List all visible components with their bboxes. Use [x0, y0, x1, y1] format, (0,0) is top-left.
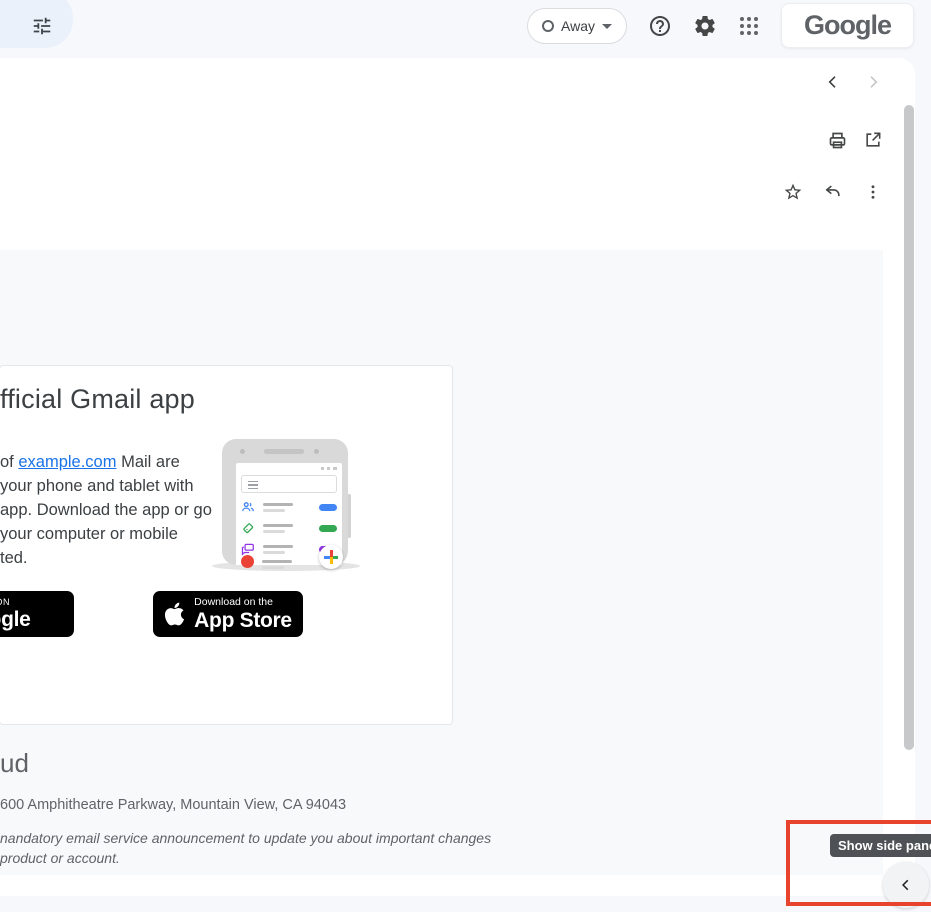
scrollbar-thumb[interactable] — [904, 105, 914, 750]
footer-brand-text: ud — [0, 748, 29, 779]
people-icon — [241, 500, 255, 514]
google-play-badge[interactable]: GET IT ON Google Play — [0, 591, 74, 637]
print-button[interactable] — [821, 124, 853, 156]
more-vert-icon — [864, 183, 882, 201]
compose-fab — [319, 545, 343, 569]
row-text-lines — [263, 524, 293, 533]
appstore-badge-main-text: App Store — [194, 609, 292, 633]
chevron-left-icon — [899, 878, 913, 892]
status-label: Away — [561, 18, 595, 34]
apps-grid-icon — [737, 14, 761, 38]
settings-button[interactable] — [690, 11, 720, 41]
reply-button[interactable] — [817, 176, 849, 208]
show-side-panel-button[interactable] — [883, 862, 929, 908]
chevron-right-icon — [865, 74, 881, 90]
phone-list-row — [241, 549, 337, 569]
reply-icon — [823, 182, 843, 202]
phone-body — [222, 439, 348, 565]
phone-camera-dot — [240, 449, 245, 454]
newer-email-button[interactable] — [817, 66, 849, 98]
phone-status-icons — [321, 467, 337, 470]
help-button[interactable] — [645, 11, 675, 41]
star-icon — [783, 182, 803, 202]
phone-screen — [236, 463, 342, 565]
row-text-lines — [262, 560, 292, 569]
chevron-left-icon — [825, 74, 841, 90]
side-panel-tooltip: Show side panel — [830, 834, 931, 857]
older-email-button-disabled[interactable] — [857, 66, 889, 98]
blue-pill — [319, 504, 337, 511]
email-reading-pane: fficial Gmail app of example.com Mail ar… — [0, 58, 915, 896]
paragraph-line: your phone and tablet with — [0, 474, 212, 498]
phone-search-bar — [241, 475, 337, 493]
google-logo: Google — [804, 10, 891, 41]
play-badge-main-text: Google Play — [0, 608, 74, 656]
phone-illustration — [218, 439, 358, 575]
paragraph-line: of example.com Mail are — [0, 450, 212, 474]
paragraph-line: ted. — [0, 546, 212, 570]
email-html-body: fficial Gmail app of example.com Mail ar… — [0, 250, 883, 875]
line1-pre: of — [0, 453, 18, 471]
search-options-button[interactable] — [28, 13, 56, 39]
phone-sensor-dot — [314, 449, 319, 454]
gear-icon — [693, 14, 717, 38]
paragraph-line: app. Download the app or go — [0, 498, 212, 522]
label-tag-icon — [241, 521, 255, 535]
gmail-app-promo-card: fficial Gmail app of example.com Mail ar… — [0, 365, 453, 725]
status-away-dropdown[interactable]: Away — [527, 8, 627, 44]
open-in-new-button[interactable] — [857, 124, 889, 156]
apple-logo-icon — [164, 601, 185, 627]
footer-note-line: nandatory email service announcement to … — [0, 830, 491, 846]
green-pill — [319, 525, 337, 532]
phone-speaker-bar — [264, 449, 304, 454]
hamburger-menu-icon — [248, 481, 258, 490]
google-logo-card[interactable]: Google — [781, 3, 914, 48]
row-text-lines — [263, 503, 293, 512]
footer-note-line: product or account. — [0, 850, 120, 866]
print-icon — [827, 130, 848, 151]
appstore-badge-top-text: Download on the — [194, 596, 292, 608]
footer-address: 600 Amphitheatre Parkway, Mountain View,… — [0, 797, 346, 813]
line1-post: Mail are — [116, 453, 179, 471]
open-in-new-icon — [863, 130, 883, 150]
phone-list-row — [241, 520, 337, 536]
promo-paragraph: of example.com Mail are your phone and t… — [0, 450, 212, 570]
star-button[interactable] — [777, 176, 809, 208]
status-circle-icon — [542, 20, 554, 32]
red-dot-icon — [241, 555, 254, 568]
more-options-button[interactable] — [857, 176, 889, 208]
app-store-badge[interactable]: Download on the App Store — [153, 591, 303, 637]
play-badge-top-text: GET IT ON — [0, 597, 74, 607]
example-com-link[interactable]: example.com — [18, 453, 116, 471]
tune-icon — [31, 15, 53, 37]
apps-button[interactable] — [734, 11, 764, 41]
help-icon — [648, 14, 672, 38]
paragraph-line: your computer or mobile — [0, 522, 212, 546]
phone-list-row — [241, 499, 337, 515]
promo-heading: fficial Gmail app — [0, 384, 195, 415]
chevron-down-icon — [602, 24, 612, 29]
multicolor-plus-icon — [324, 550, 338, 564]
